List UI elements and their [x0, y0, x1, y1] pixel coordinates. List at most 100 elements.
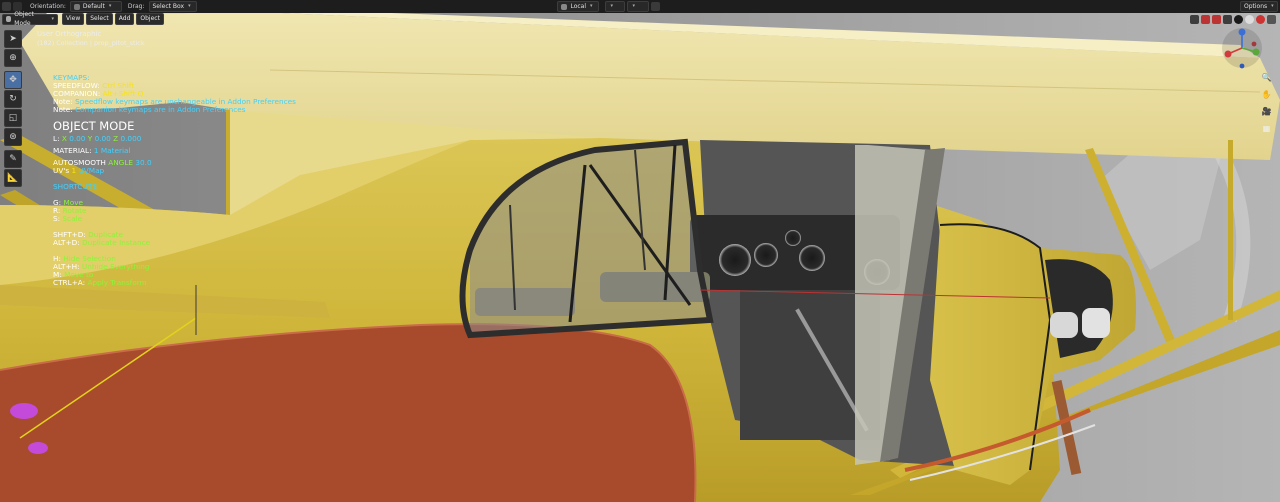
proportional-edit-icon[interactable] [651, 2, 661, 11]
crosshair-icon: ⊕ [9, 53, 17, 63]
cylinder-2 [1082, 308, 1110, 338]
shading-solid-icon[interactable] [1234, 14, 1243, 24]
chevron-down-icon: ▾ [632, 3, 635, 9]
shortcut-key: S: [53, 214, 61, 223]
options-label: Options [1244, 3, 1268, 10]
select-box-tool[interactable]: ➤ [4, 30, 22, 48]
location-label: L: [53, 134, 60, 143]
shortcut-action: Duplicate Instance [82, 238, 151, 247]
axis-icon [73, 3, 80, 10]
rotate-tool[interactable]: ↻ [4, 90, 22, 108]
transform-tool[interactable]: ⊛ [4, 128, 22, 146]
magenta-marker-2 [28, 442, 48, 454]
menu-object[interactable]: Object [136, 13, 164, 25]
mode-dropdown[interactable]: Object Mode ▾ [2, 11, 58, 27]
object-mode-icon [6, 16, 12, 22]
shading-material-icon[interactable] [1245, 14, 1254, 24]
menu-select[interactable]: Select [86, 13, 113, 25]
gauge-1 [719, 244, 751, 276]
right-strut-vertical [1228, 140, 1233, 320]
view-type-label: User Orthographic [37, 30, 102, 38]
cursor-tool[interactable]: ⊕ [4, 49, 22, 67]
gizmo-z-icon [1238, 28, 1246, 36]
scale-icon: ◱ [8, 113, 18, 123]
visibility-icon[interactable] [1190, 14, 1199, 24]
orientation-label: Orientation: [30, 3, 66, 10]
chevron-down-icon: ▾ [51, 15, 54, 22]
move-tool[interactable]: ✥ [4, 71, 22, 89]
drag-dropdown[interactable]: Select Box ▾ [148, 1, 197, 12]
gauge-5 [785, 230, 801, 246]
shortcuts-title: SHORTCUTS [53, 182, 97, 191]
drag-label: Drag: [127, 3, 145, 10]
uvs-value: UVMap [78, 166, 105, 175]
viewport-nav-buttons: 🔍 ✋ 🎥 ▦ [1260, 71, 1274, 139]
move-icon: ✥ [9, 75, 17, 85]
transform-pivot-dropdown[interactable]: Local ▾ [557, 1, 600, 12]
orientation-dropdown[interactable]: Default ▾ [69, 1, 122, 12]
camera-icon[interactable]: 🎥 [1260, 105, 1273, 118]
loc-y-label: Y [87, 134, 93, 143]
chevron-down-icon: ▾ [188, 3, 191, 9]
pivot-value: Local [570, 3, 587, 10]
chevron-down-icon: ▾ [108, 3, 112, 9]
autosmooth-angle-value: 30.0 [135, 158, 152, 167]
shortcut-key: CTRL+A: [53, 278, 86, 287]
tool-shelf: ➤ ⊕ ✥ ↻ ◱ ⊛ ✎ 📐 [4, 30, 22, 188]
chevron-down-icon: ▾ [1271, 3, 1274, 9]
chevron-down-icon: ▾ [610, 3, 613, 9]
measure-tool[interactable]: 📐 [4, 169, 22, 187]
loc-x-value: 0.00 [69, 134, 86, 143]
transform-icon: ⊛ [9, 132, 17, 142]
mode-title: OBJECT MODE [53, 119, 135, 133]
editor-type-icon[interactable] [2, 2, 11, 11]
pan-hand-icon[interactable]: ✋ [1260, 88, 1273, 101]
material-value: 1 Material [93, 146, 131, 155]
snap-dropdown[interactable]: ▾ [627, 1, 650, 12]
gizmo-toggle-icon[interactable] [1201, 14, 1210, 24]
zoom-icon[interactable]: 🔍 [1260, 71, 1273, 84]
loc-x-label: X [61, 134, 67, 143]
location-row: L: X 0.00 Y 0.00 Z 0.000 [53, 135, 141, 143]
mode-value: Object Mode [14, 11, 34, 27]
note2-value: Companion keymaps are in Addon Preferenc… [75, 105, 246, 114]
shading-rendered-icon[interactable] [1256, 14, 1265, 24]
annotate-tool[interactable]: ✎ [4, 150, 22, 168]
chevron-down-icon: ▾ [590, 3, 593, 9]
menu-view[interactable]: View [62, 13, 85, 25]
uvs-row: UV's 1 UVMap [53, 167, 104, 175]
uvs-count: 1 [71, 166, 77, 175]
uvs-label: UV's [53, 166, 70, 175]
pencil-icon: ✎ [9, 154, 17, 164]
pivot-icon [561, 3, 568, 10]
shortcut-row: ALT+D: Duplicate Instance [53, 239, 150, 247]
gauge-2 [754, 243, 778, 267]
scale-tool[interactable]: ◱ [4, 109, 22, 127]
material-label: MATERIAL: [53, 146, 92, 155]
navigation-gizmo[interactable] [1220, 26, 1264, 70]
loc-z-value: 0.000 [120, 134, 142, 143]
magenta-marker-1 [10, 403, 38, 419]
autosmooth-angle-label: ANGLE [108, 158, 134, 167]
cursor-arrow-icon: ➤ [9, 34, 17, 44]
top-header-bar: Orientation: Default ▾ Drag: Select Box ▾ … [0, 0, 1280, 13]
orientation-value: Default [82, 3, 105, 10]
options-dropdown[interactable]: Options ▾ [1240, 1, 1278, 12]
gizmo-neg-z-icon [1239, 63, 1245, 69]
loc-z-label: Z [113, 134, 119, 143]
pivot-point-dropdown[interactable]: ▾ [605, 1, 626, 12]
loc-y-value: 0.00 [94, 134, 111, 143]
shading-options-icon[interactable] [1267, 14, 1276, 24]
overlay-toggle-icon[interactable] [1212, 14, 1221, 24]
material-row: MATERIAL: 1 Material [53, 147, 130, 155]
grid-icon[interactable]: ▦ [1260, 122, 1273, 135]
shortcut-action: Scale [62, 214, 83, 223]
drag-value: Select Box [152, 3, 185, 10]
xray-icon[interactable] [1223, 14, 1232, 24]
note2-label: Note: [53, 105, 73, 114]
ruler-icon: 📐 [7, 173, 19, 183]
viewport-scene[interactable] [0, 0, 1280, 502]
viewport-header: Object Mode ▾ View Select Add Object [0, 11, 1280, 27]
menu-add[interactable]: Add [114, 13, 135, 25]
cylinder-1 [1050, 312, 1078, 338]
